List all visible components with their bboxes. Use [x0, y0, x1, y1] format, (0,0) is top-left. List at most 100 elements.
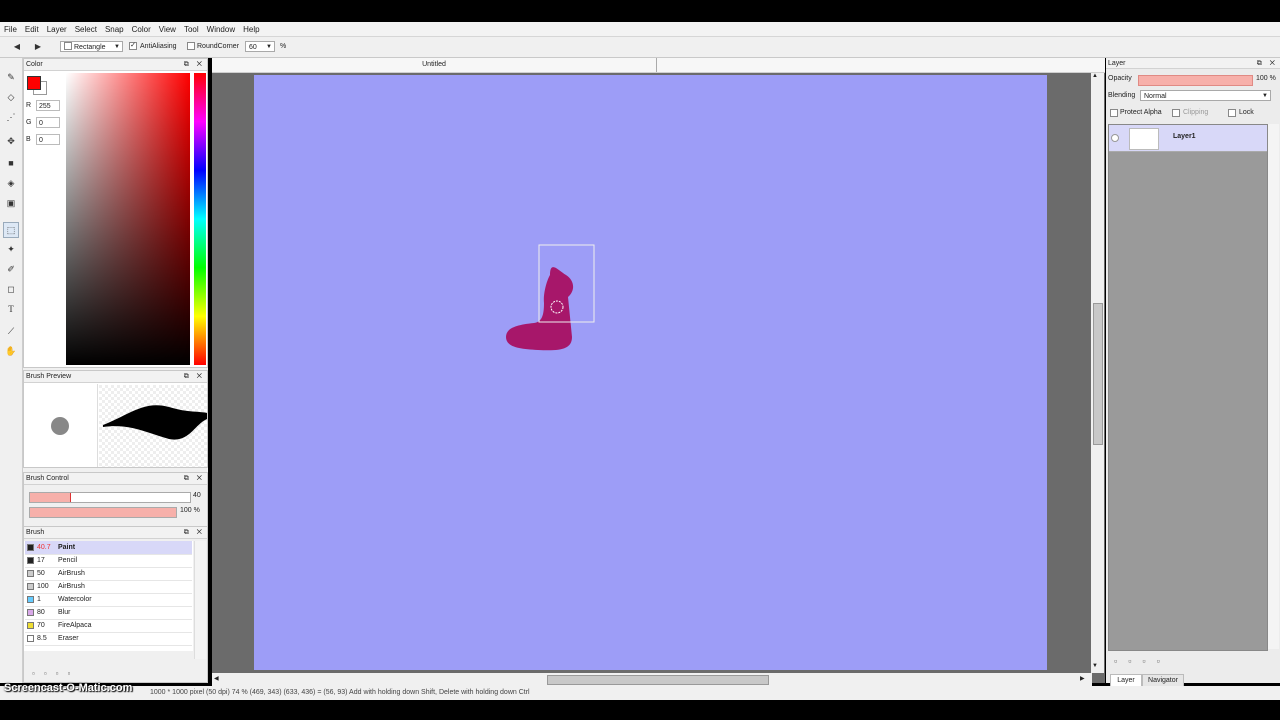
layer-name: Layer1	[1173, 133, 1196, 140]
brush-name: Blur	[58, 609, 71, 616]
eye-visibility-icon[interactable]	[1111, 134, 1119, 142]
tool-options-bar: ◀ ▶ Rectangle ▼ ✓ AntiAliasing RoundCorn…	[0, 37, 1280, 58]
select-pen-icon[interactable]: ✐	[4, 262, 18, 276]
brush-color-swatch	[27, 596, 34, 603]
brush-item-paint[interactable]: 40.7 Paint	[25, 541, 192, 555]
roundcorner-value: 60	[249, 44, 257, 51]
select-eraser-icon[interactable]: ◻	[4, 282, 18, 296]
brush-control-title-text: Brush Control	[26, 475, 69, 482]
canvas-vertical-scrollbar[interactable]: ▲ ▼	[1091, 73, 1104, 673]
pen-icon[interactable]: ✎	[4, 70, 18, 84]
percent-label: %	[280, 43, 287, 50]
brush-stroke-preview	[99, 385, 207, 467]
lock-checkbox[interactable]	[1228, 109, 1236, 117]
menu-view[interactable]: View	[155, 25, 180, 34]
eyedropper-icon[interactable]: ⟋	[4, 324, 18, 338]
menu-window[interactable]: Window	[203, 25, 239, 34]
brush-panel-actions[interactable]: ▫▫▫▫	[32, 669, 79, 678]
fill-rect-icon[interactable]: ■	[4, 156, 18, 170]
tool-palette: ✎ ◇ ⋰ ✥ ■ ◈ ▣ ⬚ ✦ ✐ ◻ T ⟋ ✋	[0, 58, 23, 683]
brush-name: Watercolor	[58, 596, 92, 603]
menu-tool[interactable]: Tool	[180, 25, 203, 34]
panel-window-icons[interactable]: ⧉ ✕	[1257, 58, 1278, 69]
eraser-icon[interactable]: ◇	[4, 90, 18, 104]
menu-select[interactable]: Select	[71, 25, 101, 34]
scroll-down-icon[interactable]: ▼	[1092, 663, 1098, 669]
r-label: R	[26, 102, 32, 109]
layer-list-scrollbar[interactable]	[1268, 124, 1279, 649]
blending-mode-select[interactable]: Normal ▼	[1140, 90, 1271, 101]
menu-snap[interactable]: Snap	[101, 25, 128, 34]
scroll-right-icon[interactable]: ▶	[1080, 675, 1085, 682]
bucket-icon[interactable]: ◈	[4, 176, 18, 190]
panel-window-icons[interactable]: ⧉ ✕	[184, 59, 205, 70]
panel-window-icons[interactable]: ⧉ ✕	[184, 473, 205, 484]
protect-alpha-label: Protect Alpha	[1120, 109, 1162, 116]
brush-size-slider[interactable]	[29, 492, 191, 503]
r-value-field[interactable]: 255	[36, 100, 60, 111]
horizontal-scroll-thumb[interactable]	[547, 675, 769, 685]
vertical-scroll-thumb[interactable]	[1093, 303, 1103, 445]
brush-opacity-slider[interactable]	[29, 507, 177, 518]
brush-color-swatch	[27, 622, 34, 629]
menu-layer[interactable]: Layer	[43, 25, 71, 34]
b-value-field[interactable]: 0	[36, 134, 60, 145]
panel-window-icons[interactable]: ⧉ ✕	[184, 527, 205, 538]
hue-slider[interactable]	[194, 73, 206, 365]
clipping-checkbox[interactable]	[1172, 109, 1180, 117]
gradient-icon[interactable]: ▣	[4, 196, 18, 210]
chevron-down-icon: ▼	[114, 44, 120, 50]
brush-panel: Brush ⧉ ✕ 40.7 Paint 17 Pencil 50 AirBrush 1…	[23, 526, 208, 683]
canvas-drawing	[506, 244, 595, 351]
previous-icon[interactable]: ◀	[10, 40, 24, 54]
hand-icon[interactable]: ✋	[4, 344, 18, 358]
screen-top-border	[0, 0, 1280, 22]
move-icon[interactable]: ✥	[4, 134, 18, 148]
color-panel: Color ⧉ ✕ R 255 G 0 B 0	[23, 58, 208, 368]
screen-bottom-border	[0, 700, 1280, 720]
drawing-canvas[interactable]	[254, 75, 1047, 670]
menu-edit[interactable]: Edit	[21, 25, 43, 34]
menu-color[interactable]: Color	[128, 25, 155, 34]
brush-item-eraser[interactable]: 8.5 Eraser	[25, 632, 192, 646]
protect-alpha-checkbox[interactable]	[1110, 109, 1118, 117]
roundcorner-value-select[interactable]: 60 ▼	[245, 41, 275, 52]
scroll-left-icon[interactable]: ◀	[214, 675, 219, 682]
brush-panel-title: Brush ⧉ ✕	[24, 527, 207, 539]
menu-file[interactable]: File	[0, 25, 21, 34]
brush-item-airbrush-100[interactable]: 100 AirBrush	[25, 580, 192, 594]
canvas-horizontal-scrollbar[interactable]: ◀ ▶	[212, 673, 1092, 686]
layer-opacity-slider[interactable]	[1138, 75, 1253, 86]
document-tab[interactable]: Untitled	[212, 58, 657, 72]
brush-size: 100	[37, 583, 49, 590]
next-icon[interactable]: ▶	[31, 40, 45, 54]
panel-window-icons[interactable]: ⧉ ✕	[184, 371, 205, 382]
selection-shape-select[interactable]: Rectangle ▼	[60, 41, 123, 52]
text-icon[interactable]: T	[4, 302, 18, 316]
antialiasing-label: AntiAliasing	[140, 43, 177, 50]
brush-item-pencil[interactable]: 17 Pencil	[25, 554, 192, 568]
menu-help[interactable]: Help	[239, 25, 263, 34]
color-panel-title-text: Color	[26, 61, 43, 68]
select-rectangle-icon[interactable]: ⬚	[3, 222, 19, 238]
magic-wand-icon[interactable]: ✦	[4, 242, 18, 256]
brush-item-watercolor[interactable]: 1 Watercolor	[25, 593, 192, 607]
dot-tool-icon[interactable]: ⋰	[4, 110, 18, 124]
brush-preview-panel: Brush Preview ⧉ ✕	[23, 370, 208, 468]
brush-size: 40.7	[37, 544, 51, 551]
foreground-color-swatch[interactable]	[27, 76, 41, 90]
layer-panel-actions[interactable]: ▫▫▫▫	[1114, 656, 1171, 666]
saturation-value-square[interactable]	[66, 73, 190, 365]
brush-list-scrollbar[interactable]	[194, 541, 206, 659]
brush-item-blur[interactable]: 80 Blur	[25, 606, 192, 620]
roundcorner-checkbox[interactable]	[187, 42, 195, 50]
antialiasing-checkbox[interactable]: ✓	[129, 42, 137, 50]
brush-item-airbrush[interactable]: 50 AirBrush	[25, 567, 192, 581]
g-value-field[interactable]: 0	[36, 117, 60, 128]
scroll-up-icon[interactable]: ▲	[1092, 73, 1098, 79]
brush-tip-dot	[51, 417, 69, 435]
brush-item-firealpaca[interactable]: 70 FireAlpaca	[25, 619, 192, 633]
layer-row[interactable]: Layer1	[1109, 125, 1267, 152]
brush-control-title: Brush Control ⧉ ✕	[24, 473, 207, 485]
brush-name: Eraser	[58, 635, 79, 642]
